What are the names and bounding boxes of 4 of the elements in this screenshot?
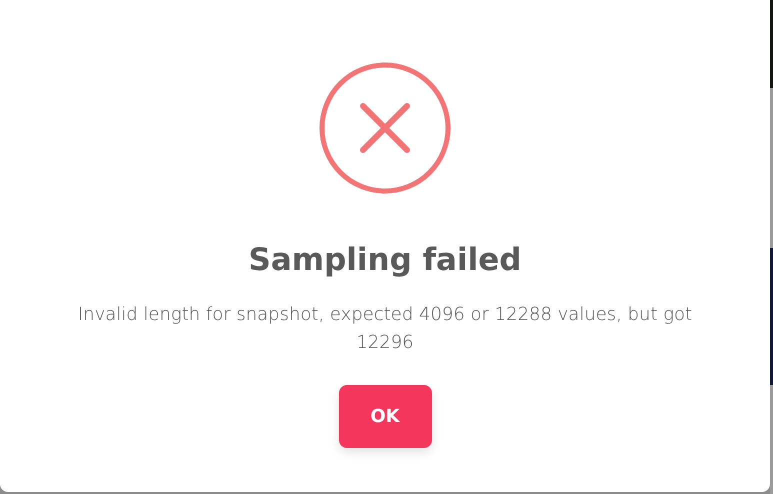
error-icon [319, 62, 451, 194]
dialog-title: Sampling failed [248, 242, 522, 280]
ok-button[interactable]: OK [338, 385, 432, 448]
error-message: Invalid length for snapshot, expected 4096 or 12288 values, but got 12296 [76, 303, 694, 356]
